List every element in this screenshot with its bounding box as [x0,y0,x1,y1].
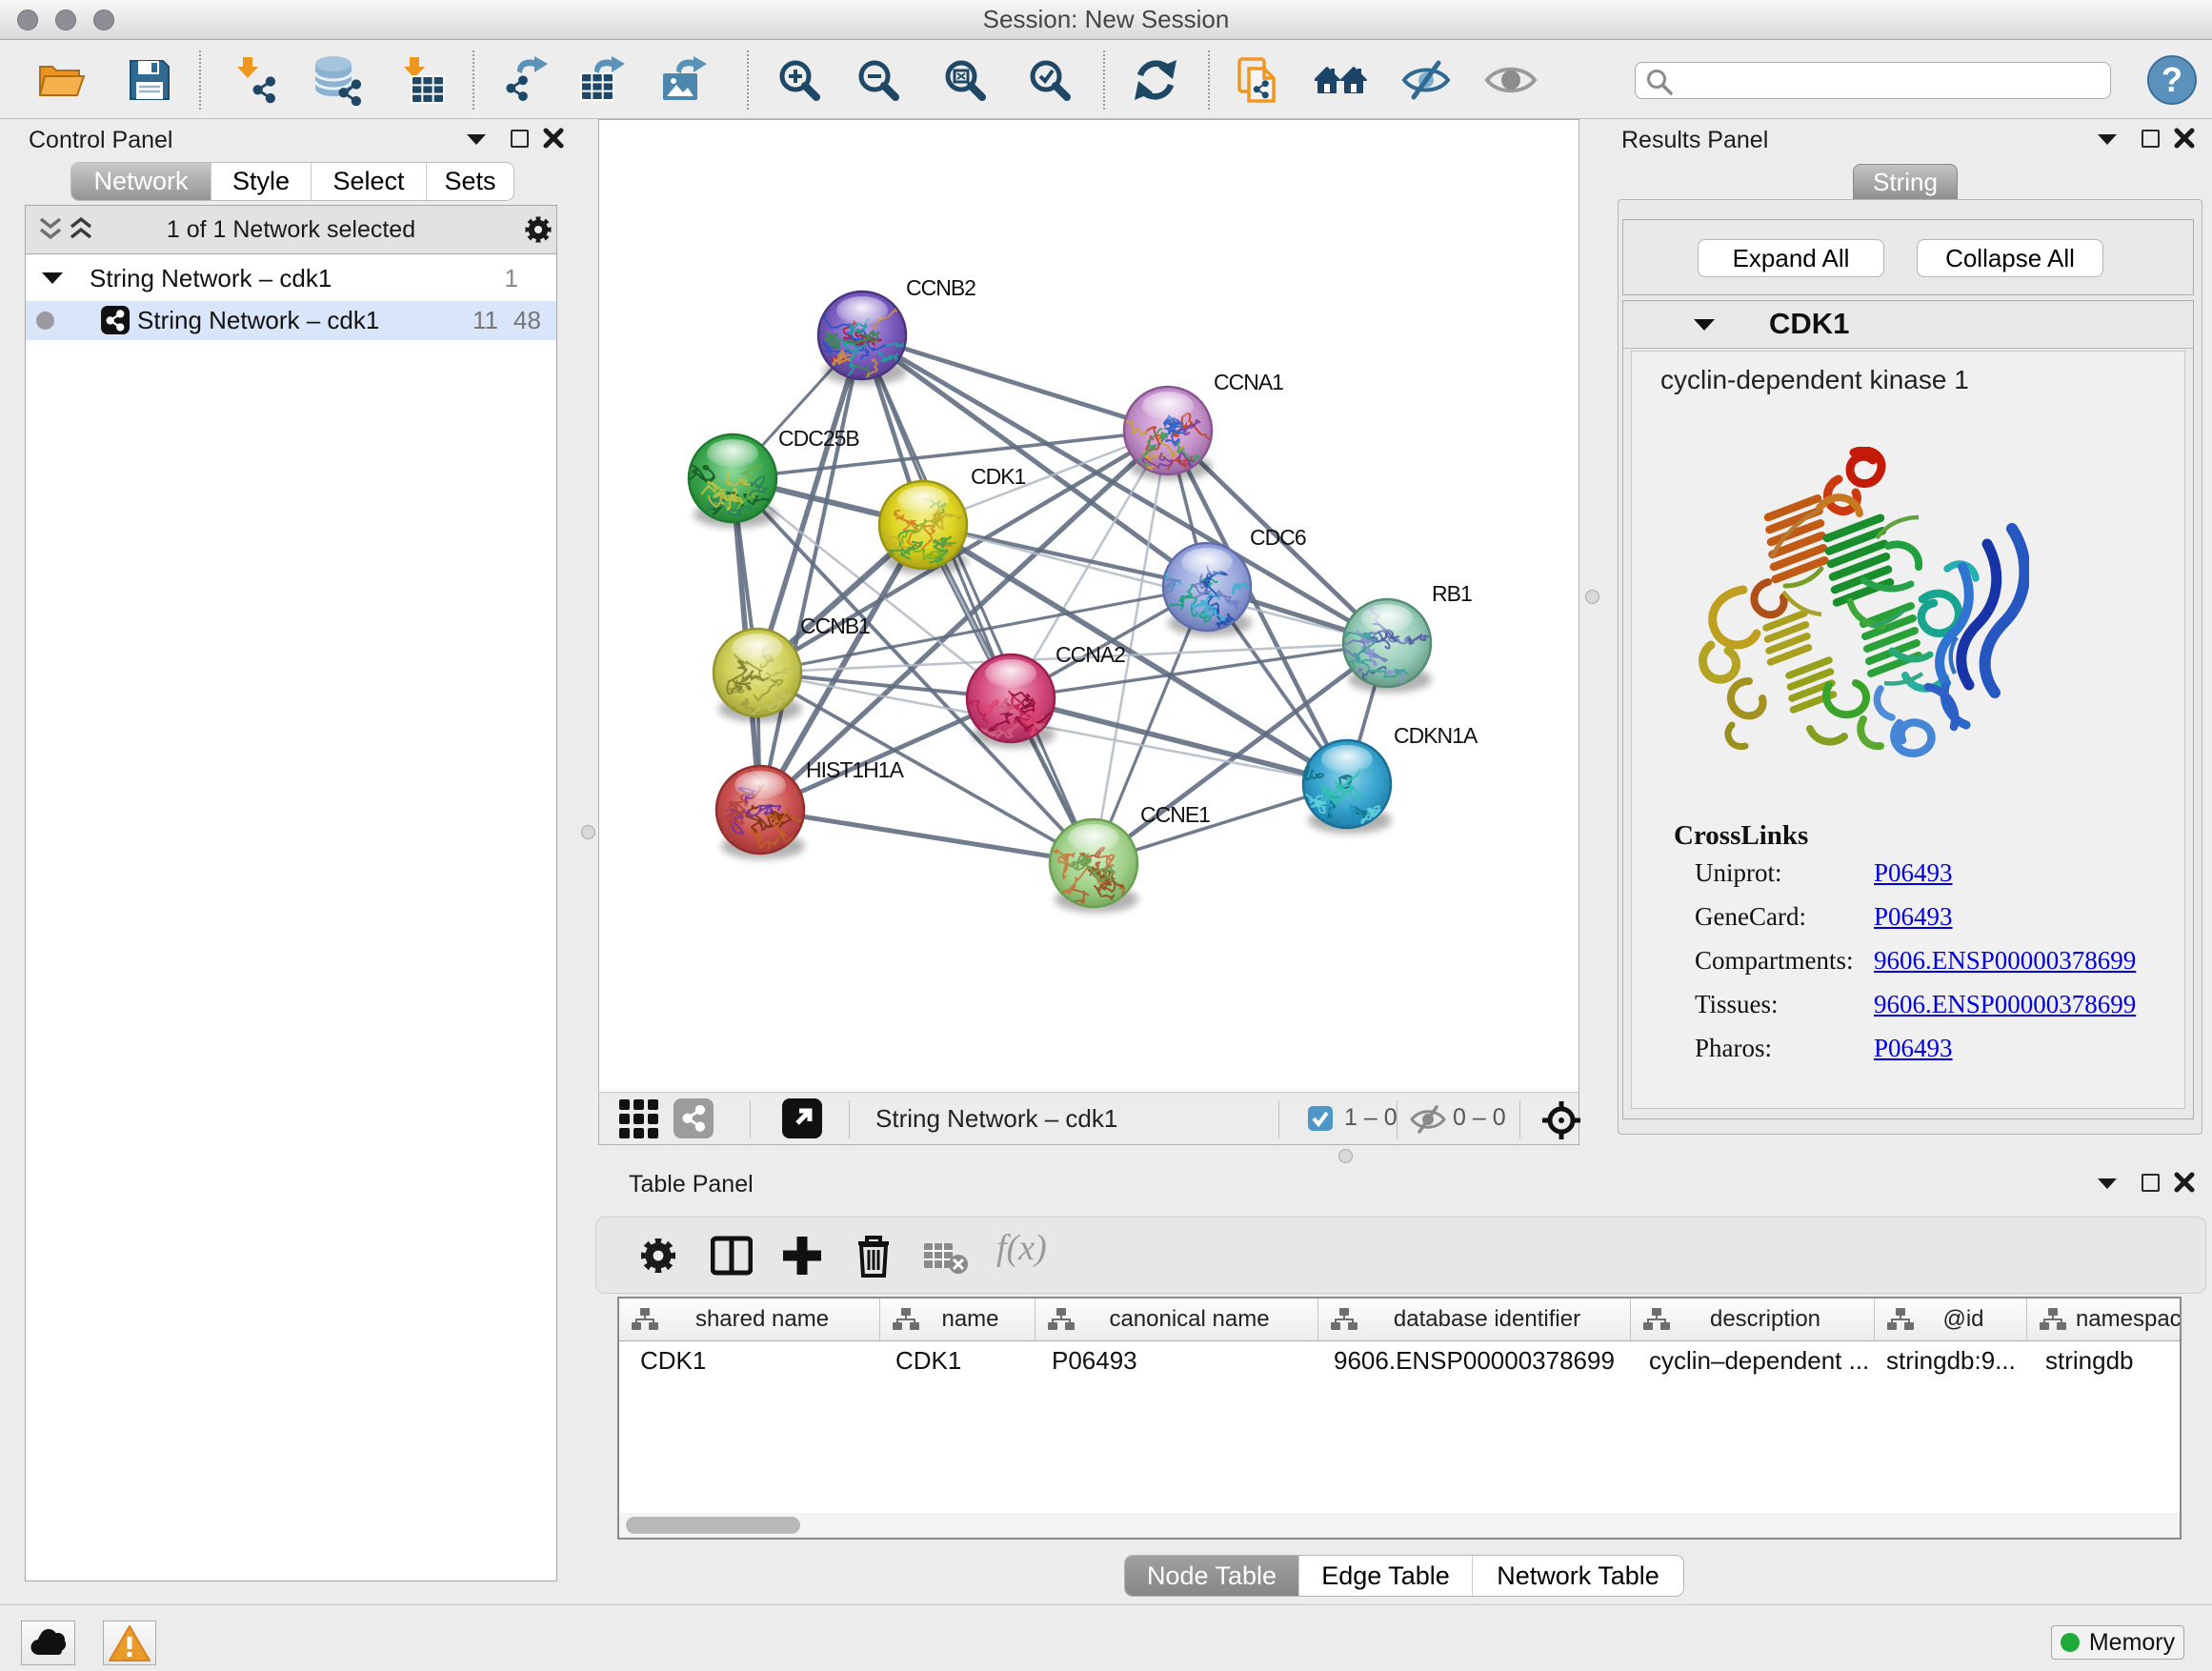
svg-text:CCNA2: CCNA2 [1056,642,1125,667]
svg-text:?: ? [2162,60,2182,99]
svg-text:RB1: RB1 [1432,581,1472,606]
svg-text:CCNE1: CCNE1 [1140,802,1210,827]
svg-text:CDKN1A: CDKN1A [1394,723,1478,748]
svg-text:CCNB1: CCNB1 [800,614,870,638]
svg-text:CCNB2: CCNB2 [906,275,975,300]
svg-text:HIST1H1A: HIST1H1A [806,757,905,782]
svg-text:CDK1: CDK1 [971,464,1026,489]
svg-text:CDC25B: CDC25B [778,426,859,451]
svg-text:CDC6: CDC6 [1250,525,1306,550]
svg-text:CCNA1: CCNA1 [1214,370,1283,394]
